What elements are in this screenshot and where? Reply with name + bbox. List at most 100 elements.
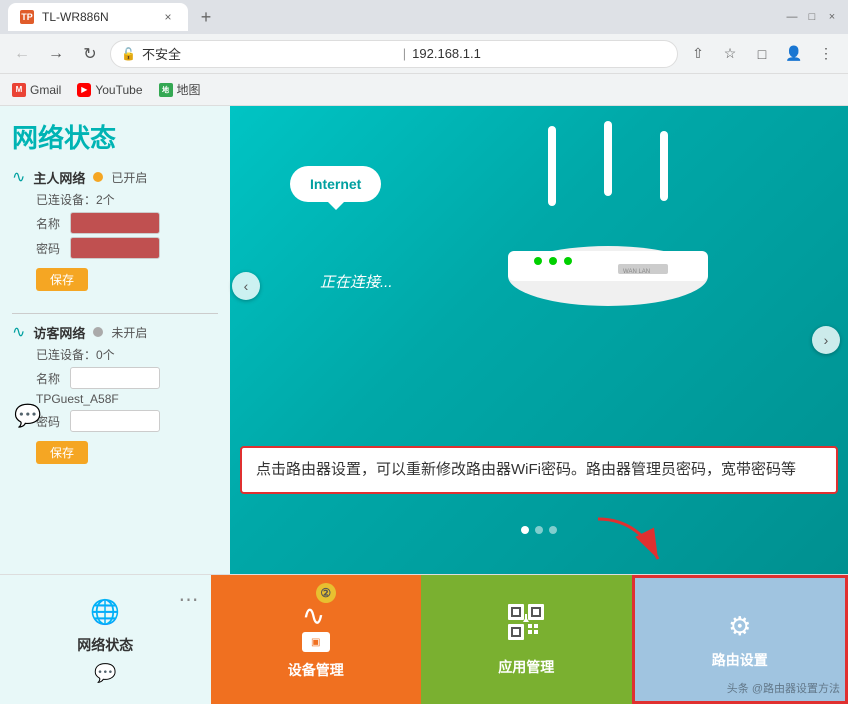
watermark: 头条 @路由器设置方法 xyxy=(727,680,840,696)
window-controls: — □ × xyxy=(784,9,840,25)
main-network-label: 主人网络 xyxy=(33,168,85,187)
back-button[interactable]: ← xyxy=(8,40,36,68)
menu-icon[interactable]: ⋮ xyxy=(812,40,840,68)
nav-device-mgmt-label: 设备管理 xyxy=(288,660,344,680)
device-mgmt-badge: ② xyxy=(316,583,336,603)
page-content: 网络状态 ∿ 主人网络 已开启 已连设备：2个 名称 密码 保存 xyxy=(0,106,848,574)
connecting-text: 正在连接... xyxy=(320,271,393,292)
svg-text:WAN LAN: WAN LAN xyxy=(623,269,650,275)
extensions-icon[interactable]: □ xyxy=(748,40,776,68)
tab-close-button[interactable]: × xyxy=(160,9,176,25)
router-svg: WAN LAN xyxy=(468,116,748,356)
guest-network-status: 未开启 xyxy=(111,324,147,341)
main-password-input[interactable] xyxy=(70,237,160,259)
main-password-label: 密码 xyxy=(36,240,64,257)
carousel-prev-button[interactable]: ‹ xyxy=(232,272,260,300)
address-bar[interactable]: 🔓 不安全 | 192.168.1.1 xyxy=(110,40,678,68)
forward-button[interactable]: → xyxy=(42,40,70,68)
main-network-status: 已开启 xyxy=(111,169,147,186)
main-password-row: 密码 xyxy=(36,237,218,259)
guest-ssid-display: TPGuest_A58F xyxy=(36,392,218,406)
guest-save-button[interactable]: 保存 xyxy=(36,441,88,464)
guest-password-row: 密码 xyxy=(36,410,218,432)
close-button[interactable]: × xyxy=(824,9,840,25)
main-name-input[interactable] xyxy=(70,212,160,234)
url-text: 192.168.1.1 xyxy=(412,46,667,61)
carousel-dot-3 xyxy=(549,526,557,534)
gmail-icon: M xyxy=(12,83,26,97)
bookmark-gmail[interactable]: M Gmail xyxy=(12,83,61,97)
globe-icon: 🌐 xyxy=(90,599,120,626)
app-mgmt-icon-area xyxy=(506,602,546,649)
wifi-icon-main: ∿ xyxy=(12,167,25,187)
router-settings-icon-area: ⚙ xyxy=(728,610,751,642)
star-icon[interactable]: ☆ xyxy=(716,40,744,68)
main-network-status-dot xyxy=(93,172,103,182)
guest-network-section: ∿ 访客网络 未开启 已连设备：0个 名称 TPGuest_A58F 密码 保存 xyxy=(12,322,218,470)
main-name-label: 名称 xyxy=(36,215,64,232)
security-label: 不安全 xyxy=(142,44,397,63)
browser-frame: TP TL-WR886N × + — □ × ← → ↻ 🔓 不安全 | 192… xyxy=(0,0,848,704)
guest-password-input[interactable] xyxy=(70,410,160,432)
bookmark-youtube[interactable]: ▶ YouTube xyxy=(77,83,142,97)
nav-chat-icon: 💬 xyxy=(94,663,116,684)
guest-devices-count: 已连设备：0个 xyxy=(36,346,218,363)
cloud-area: Internet xyxy=(290,166,381,202)
internet-cloud: Internet xyxy=(290,166,381,202)
nav-router-settings-label: 路由设置 xyxy=(712,650,768,670)
profile-icon[interactable]: 👤 xyxy=(780,40,808,68)
chat-icon-area: 💬 xyxy=(14,403,41,429)
main-devices-count: 已连设备：2个 xyxy=(36,191,218,208)
share-icon[interactable]: ⇧ xyxy=(684,40,712,68)
guest-network-status-dot xyxy=(93,327,103,337)
bookmark-maps[interactable]: 地 地图 xyxy=(159,81,201,98)
main-network-section: ∿ 主人网络 已开启 已连设备：2个 名称 密码 保存 xyxy=(12,167,218,297)
device-screen-icon: ▣ xyxy=(302,632,330,652)
nav-app-mgmt-label: 应用管理 xyxy=(498,657,554,677)
new-tab-button[interactable]: + xyxy=(192,3,220,31)
guest-name-input[interactable] xyxy=(70,367,160,389)
guest-name-row: 名称 xyxy=(36,367,218,389)
nav-network-status[interactable]: ⋯ 🌐 网络状态 💬 xyxy=(0,575,211,704)
bottom-nav: ⋯ 🌐 网络状态 💬 ② ∿ ▣ 设备管理 xyxy=(0,574,848,704)
main-save-button[interactable]: 保存 xyxy=(36,268,88,291)
carousel-dot-1 xyxy=(521,526,529,534)
gear-settings-icon: ⚙ xyxy=(728,611,751,641)
wifi-big-icon: ∿ xyxy=(302,600,325,631)
tab-title: TL-WR886N xyxy=(42,10,109,24)
annotation-text: 点击路由器设置，可以重新修改路由器WiFi密码。路由器管理员密码，宽带密码等 xyxy=(256,461,796,478)
carousel-next-button[interactable]: › xyxy=(812,326,840,354)
main-network-header: ∿ 主人网络 已开启 xyxy=(12,167,218,187)
guest-network-header: ∿ 访客网络 未开启 xyxy=(12,322,218,342)
title-bar: TP TL-WR886N × + — □ × xyxy=(0,0,848,34)
nav-network-status-label: 网络状态 xyxy=(77,635,133,655)
minimize-button[interactable]: — xyxy=(784,9,800,25)
bookmark-youtube-label: YouTube xyxy=(95,83,142,97)
bookmarks-bar: M Gmail ▶ YouTube 地 地图 xyxy=(0,74,848,106)
carousel-dot-2 xyxy=(535,526,543,534)
browser-toolbar: ← → ↻ 🔓 不安全 | 192.168.1.1 ⇧ ☆ □ 👤 ⋮ xyxy=(0,34,848,74)
maps-icon: 地 xyxy=(159,83,173,97)
carousel-dots xyxy=(521,526,557,534)
sidebar-title: 网络状态 xyxy=(12,118,218,155)
guest-network-label: 访客网络 xyxy=(33,323,85,342)
bookmark-gmail-label: Gmail xyxy=(30,83,61,97)
main-content-area: WAN LAN Internet 正在连接... 点击路由器设置，可以重新修改路… xyxy=(230,106,848,574)
toolbar-icons: ⇧ ☆ □ 👤 ⋮ xyxy=(684,40,840,68)
cloud-label: Internet xyxy=(310,176,361,192)
sidebar-divider xyxy=(12,313,218,314)
nav-app-mgmt[interactable]: 应用管理 xyxy=(421,575,632,704)
qr-code-icon xyxy=(506,602,546,642)
annotation-box: 点击路由器设置，可以重新修改路由器WiFi密码。路由器管理员密码，宽带密码等 xyxy=(240,446,838,494)
security-icon: 🔓 xyxy=(121,47,136,61)
youtube-icon: ▶ xyxy=(77,83,91,97)
more-options-icon[interactable]: ⋯ xyxy=(179,587,199,612)
tab-favicon: TP xyxy=(20,10,34,24)
device-mgmt-icon-area: ∿ ▣ xyxy=(302,599,330,652)
nav-device-mgmt[interactable]: ② ∿ ▣ 设备管理 xyxy=(211,575,422,704)
maximize-button[interactable]: □ xyxy=(804,9,820,25)
browser-tab[interactable]: TP TL-WR886N × xyxy=(8,3,188,31)
router-illustration: WAN LAN xyxy=(468,116,788,396)
url-separator: | xyxy=(403,46,406,61)
refresh-button[interactable]: ↻ xyxy=(76,40,104,68)
